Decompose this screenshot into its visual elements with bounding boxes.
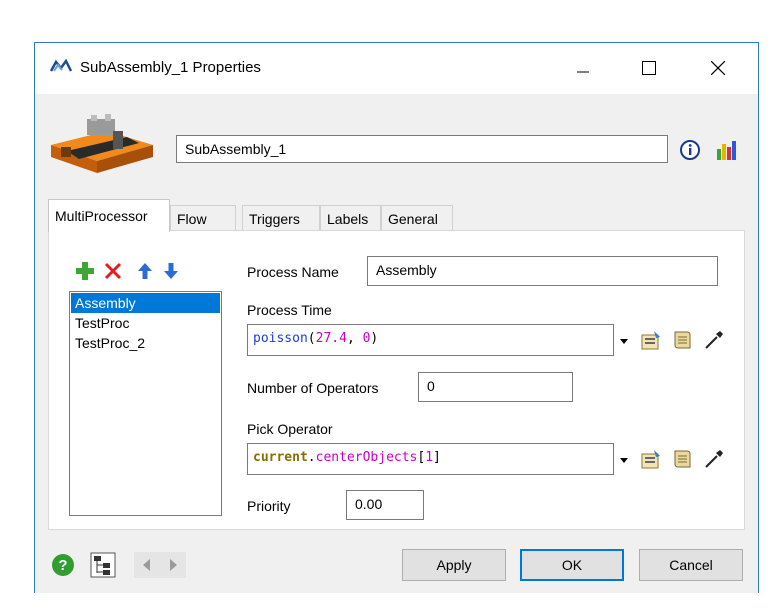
pick-operator-label: Pick Operator [247, 421, 333, 437]
code-punct: ] [433, 450, 441, 465]
tab-multiprocessor[interactable]: MultiProcessor [48, 199, 170, 232]
dialog-content: SubAssembly_1 MultiProcessor Flow Trigge… [35, 94, 758, 593]
edit-properties-icon[interactable] [640, 329, 662, 351]
dropdown-arrow-icon[interactable] [618, 454, 630, 466]
tree-view-icon[interactable] [90, 552, 116, 578]
window-title: SubAssembly_1 Properties [80, 59, 261, 76]
number-of-operators-input[interactable]: 0 [418, 372, 573, 402]
code-punct: ( [307, 331, 316, 346]
tab-triggers[interactable]: Triggers [242, 205, 320, 231]
cancel-button[interactable]: Cancel [639, 549, 743, 581]
svg-text:?: ? [58, 557, 67, 574]
code-punct: . [307, 450, 316, 465]
dropdown-arrow-icon[interactable] [618, 335, 630, 347]
minimize-button[interactable] [560, 51, 606, 85]
properties-window: SubAssembly_1 Properties SubAssembly_1 M… [34, 42, 759, 593]
move-up-icon[interactable] [135, 261, 155, 281]
next-arrow-icon[interactable] [160, 552, 186, 578]
tab-flow[interactable]: Flow [170, 205, 236, 231]
process-time-label: Process Time [247, 302, 332, 318]
edit-properties-icon[interactable] [640, 448, 662, 470]
number-of-operators-label: Number of Operators [247, 380, 379, 396]
process-list[interactable]: Assembly TestProc TestProc_2 [69, 291, 222, 516]
priority-label: Priority [247, 498, 291, 514]
code-fn: poisson [253, 331, 308, 346]
list-item[interactable]: TestProc_2 [71, 333, 220, 353]
help-icon[interactable]: ? [50, 552, 76, 578]
close-button[interactable] [695, 51, 741, 85]
eyedropper-icon[interactable] [703, 448, 725, 470]
previous-arrow-icon[interactable] [134, 552, 160, 578]
maximize-button[interactable] [626, 51, 672, 85]
multiprocessor-panel: Assembly TestProc TestProc_2 Process Nam… [48, 230, 745, 530]
combiner-object-icon [51, 114, 153, 173]
minimize-icon [577, 71, 589, 73]
tab-labels[interactable]: Labels [320, 205, 381, 231]
list-item[interactable]: Assembly [71, 293, 220, 313]
process-name-input[interactable]: Assembly [367, 256, 718, 286]
maximize-icon [642, 61, 656, 75]
code-punct: , [346, 331, 363, 346]
eyedropper-icon[interactable] [703, 329, 725, 351]
code-punct: ) [370, 331, 379, 346]
script-scroll-icon[interactable] [671, 329, 693, 351]
object-name-input[interactable]: SubAssembly_1 [176, 135, 668, 163]
tab-general[interactable]: General [381, 205, 453, 231]
process-name-label: Process Name [247, 264, 339, 280]
code-arg: 27.4 [315, 331, 347, 346]
info-icon[interactable] [680, 140, 700, 160]
script-scroll-icon[interactable] [671, 448, 693, 470]
statistics-chart-icon[interactable] [715, 139, 737, 161]
list-item[interactable]: TestProc [71, 313, 220, 333]
bottom-bar: ? Apply OK Cancel [35, 544, 758, 592]
close-icon [711, 61, 725, 75]
code-arg: 1 [425, 450, 434, 465]
delete-icon[interactable] [103, 261, 123, 281]
process-time-code-field[interactable]: poisson(27.4, 0) [247, 324, 614, 356]
move-down-icon[interactable] [161, 261, 181, 281]
title-bar[interactable]: SubAssembly_1 Properties [35, 43, 758, 94]
code-object: current [253, 450, 308, 465]
flexsim-app-icon [50, 59, 72, 72]
ok-button[interactable]: OK [520, 549, 624, 581]
priority-input[interactable]: 0.00 [346, 490, 424, 520]
code-member: centerObjects [315, 450, 418, 465]
apply-button[interactable]: Apply [402, 549, 506, 581]
add-icon[interactable] [75, 261, 95, 281]
pick-operator-code-field[interactable]: current.centerObjects[1] [247, 443, 614, 475]
